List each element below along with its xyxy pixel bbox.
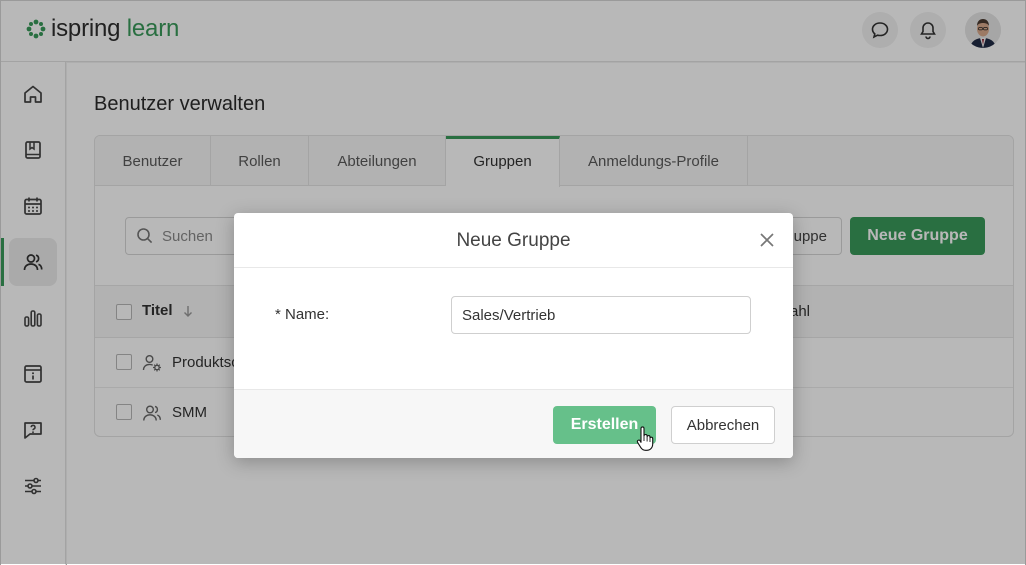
hand-cursor-icon [636,426,654,451]
dialog-title: Neue Gruppe [456,230,571,251]
close-icon[interactable] [758,231,776,249]
new-group-dialog: Neue Gruppe * Name: Erstellen Abbrechen [234,213,793,458]
dialog-header: Neue Gruppe [234,213,793,268]
cancel-button[interactable]: Abbrechen [671,406,775,444]
name-field-label: * Name: [275,306,330,323]
group-name-input[interactable] [451,296,751,334]
dialog-footer: Erstellen Abbrechen [234,389,793,458]
